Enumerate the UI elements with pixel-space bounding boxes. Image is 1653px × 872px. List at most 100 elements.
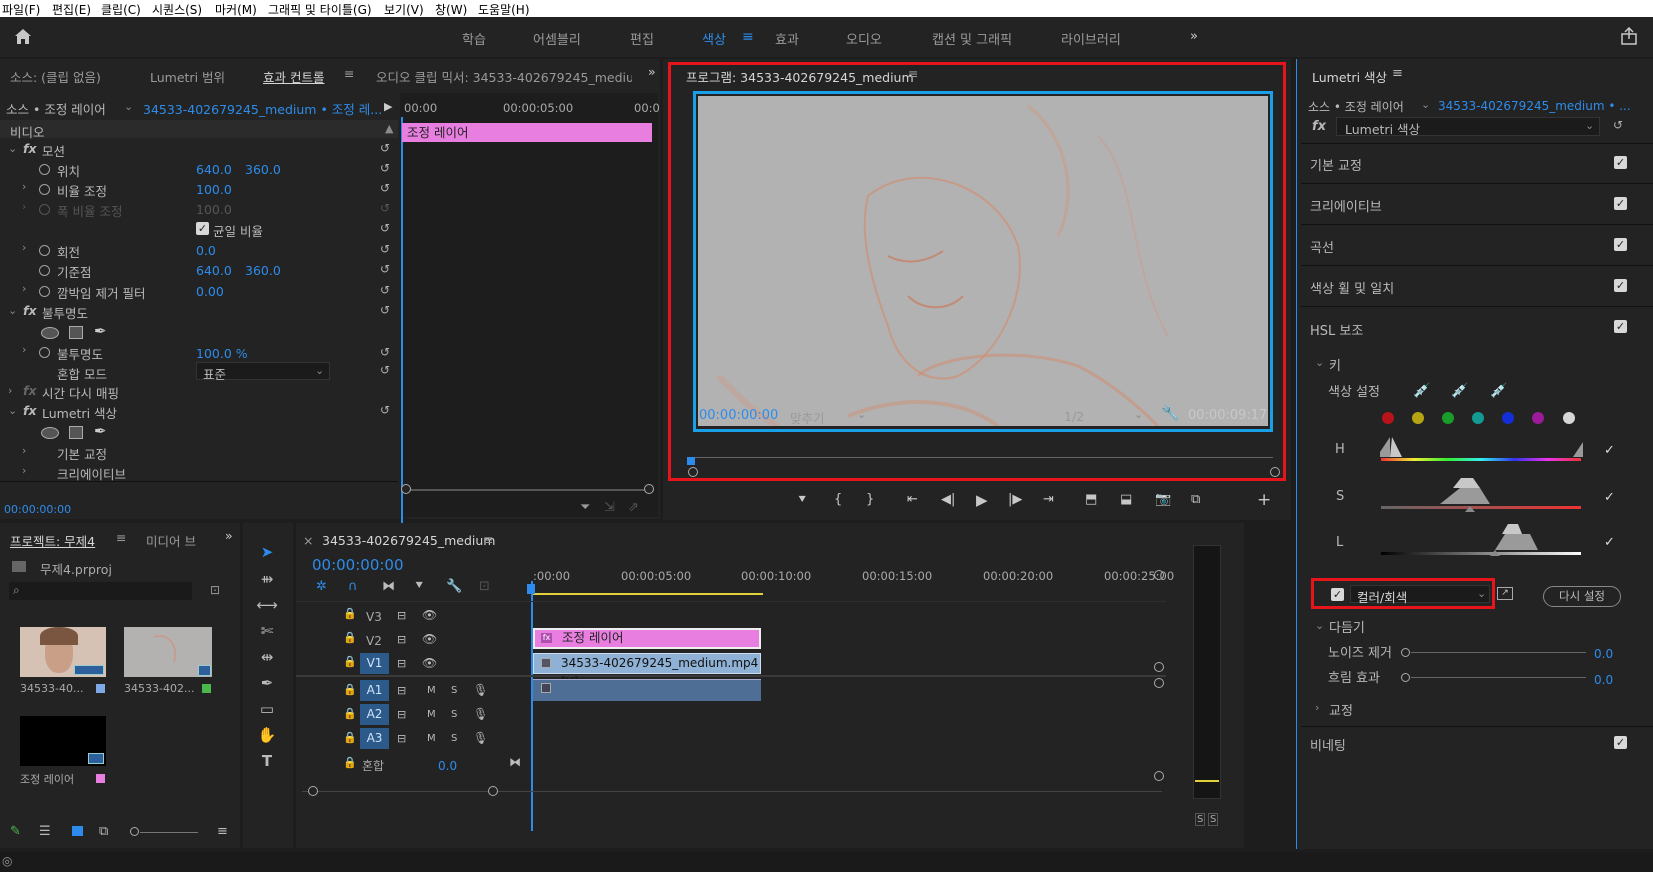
anchor-x-value[interactable]: 640.0 xyxy=(196,263,232,278)
track-v2[interactable]: V2 xyxy=(366,634,382,648)
hsl-checkbox[interactable]: ✓ xyxy=(1614,320,1627,333)
play-arrow-icon[interactable]: ▶ xyxy=(384,100,392,113)
swatch-red[interactable] xyxy=(1382,412,1394,424)
hue-enable-check[interactable]: ✓ xyxy=(1604,443,1615,458)
chevron-down-icon[interactable]: ⌄ xyxy=(8,304,17,317)
collapse-up-icon[interactable]: ▲ xyxy=(385,122,393,135)
panel-menu-icon[interactable]: ≡ xyxy=(344,66,354,81)
chevron-right-icon[interactable]: › xyxy=(22,444,26,457)
ellipse-mask-icon[interactable] xyxy=(41,427,59,439)
panel-menu-icon[interactable]: ≡ xyxy=(483,532,493,547)
denoise-slider-handle[interactable] xyxy=(1401,648,1410,657)
chevron-down-icon[interactable]: ⌄ xyxy=(124,100,133,113)
swatch-magenta[interactable] xyxy=(1532,412,1544,424)
solo-button[interactable]: S xyxy=(451,709,457,720)
tab-effect-controls[interactable]: 효과 컨트롤 xyxy=(263,67,324,86)
blur-value[interactable]: 0.0 xyxy=(1594,673,1613,687)
program-title[interactable]: 프로그램: 34533-402679245_medium xyxy=(686,67,914,86)
vignette-checkbox[interactable]: ✓ xyxy=(1614,736,1627,749)
menu-view[interactable]: 보기(V) xyxy=(384,1,424,18)
work-area-bar[interactable] xyxy=(531,593,763,595)
eyedropper-add-icon[interactable]: 💉 xyxy=(1451,383,1468,399)
chevron-double-right-icon[interactable]: » xyxy=(1190,29,1198,44)
mix-value[interactable]: 0.0 xyxy=(438,759,457,773)
lock-icon[interactable]: 🔒 xyxy=(343,655,357,668)
playhead-handle[interactable] xyxy=(527,584,535,594)
lock-icon[interactable]: 🔒 xyxy=(343,683,357,696)
creative-checkbox[interactable]: ✓ xyxy=(1614,197,1627,210)
menu-file[interactable]: 파일(F) xyxy=(2,1,40,18)
reset-icon[interactable]: ↺ xyxy=(1613,119,1625,131)
reset-icon[interactable]: ↺ xyxy=(380,263,392,275)
luminance-range-handles[interactable] xyxy=(1490,522,1560,556)
color-gray-select[interactable]: 컬러/회색 ⌄ xyxy=(1350,585,1490,605)
tab-project[interactable]: 프로젝트: 무제4 xyxy=(10,531,95,550)
eye-icon[interactable]: 👁 xyxy=(422,656,437,670)
section-hsl-secondary[interactable]: HSL 보조 xyxy=(1310,320,1363,339)
scrub-bar[interactable] xyxy=(693,457,1273,458)
scroll-handle[interactable] xyxy=(308,786,318,796)
chevron-down-icon[interactable]: ⌄ xyxy=(857,408,866,421)
workspace-tab-assembly[interactable]: 어셈블리 xyxy=(533,29,581,48)
rectangle-mask-icon[interactable] xyxy=(69,426,83,439)
workspace-tab-learn[interactable]: 학습 xyxy=(462,29,486,48)
scroll-handle[interactable] xyxy=(1154,662,1164,672)
add-button-icon[interactable]: + xyxy=(1257,490,1271,510)
panel-menu-icon[interactable]: ≡ xyxy=(1392,66,1403,81)
home-icon[interactable] xyxy=(13,27,33,45)
scroll-handle[interactable] xyxy=(1154,678,1164,688)
step-back-icon[interactable]: ◀| xyxy=(941,492,955,507)
workspace-tab-captions[interactable]: 캡션 및 그래픽 xyxy=(932,29,1012,48)
swatch-green[interactable] xyxy=(1442,412,1454,424)
reset-icon[interactable]: ↺ xyxy=(380,142,392,154)
sync-lock-icon[interactable]: ⊟ xyxy=(397,684,406,697)
fit-select[interactable]: 맞추기 xyxy=(790,408,825,427)
ripple-edit-tool-icon[interactable]: ⟷ xyxy=(255,594,279,616)
new-bin-icon[interactable]: ⊡ xyxy=(210,583,220,597)
snap-icon[interactable]: ∩ xyxy=(348,579,358,594)
mute-button[interactable]: M xyxy=(427,733,436,744)
eye-icon[interactable]: 👁 xyxy=(422,632,437,646)
lumetri-effect-select[interactable]: Lumetri 색상 ⌄ xyxy=(1336,117,1600,137)
uniform-scale-checkbox[interactable]: ✓ xyxy=(196,222,209,235)
eyedropper-icon[interactable]: 💉 xyxy=(1413,383,1430,399)
track-select-tool-icon[interactable]: ⇻ xyxy=(255,568,279,590)
effect-controls-timecode[interactable]: 00:00:00:00 xyxy=(4,503,71,516)
playhead[interactable] xyxy=(401,117,403,537)
chevron-right-icon[interactable]: › xyxy=(22,282,26,295)
basic-correction-checkbox[interactable]: ✓ xyxy=(1614,156,1627,169)
track-a2[interactable]: A2 xyxy=(360,704,389,725)
swatch-cyan[interactable] xyxy=(1472,412,1484,424)
solo-button[interactable]: S xyxy=(451,733,457,744)
mark-in-icon[interactable]: { xyxy=(834,492,842,507)
workspace-tab-edit[interactable]: 편집 xyxy=(630,29,654,48)
antiflicker-value[interactable]: 0.00 xyxy=(196,284,224,299)
sync-lock-icon[interactable]: ⊟ xyxy=(397,609,406,622)
menu-sequence[interactable]: 시퀀스(S) xyxy=(152,1,202,18)
reset-icon[interactable]: ↺ xyxy=(380,304,392,316)
pen-mask-icon[interactable]: ✒ xyxy=(94,422,107,440)
tab-source[interactable]: 소스: (클립 없음) xyxy=(10,67,101,86)
meter-solo-left[interactable]: S xyxy=(1195,813,1206,826)
stopwatch-icon[interactable] xyxy=(39,286,50,297)
blur-slider[interactable] xyxy=(1411,677,1586,678)
opacity-value[interactable]: 100.0 % xyxy=(196,346,248,361)
zoom-scrollbar[interactable] xyxy=(402,489,650,491)
chevron-down-icon[interactable]: ⌄ xyxy=(1421,98,1430,111)
add-marker-icon[interactable]: ⯆ xyxy=(414,579,424,594)
close-icon[interactable]: × xyxy=(303,533,313,548)
solo-button[interactable]: S xyxy=(451,685,457,696)
blend-mode-select[interactable]: 표준 ⌄ xyxy=(196,362,330,382)
panel-menu-icon[interactable]: ≡ xyxy=(908,66,918,81)
tab-lumetri-scopes[interactable]: Lumetri 범위 xyxy=(150,67,225,86)
lock-icon[interactable]: 🔒 xyxy=(343,756,357,769)
playhead[interactable] xyxy=(687,457,695,465)
chevron-right-icon[interactable]: › xyxy=(22,343,26,356)
compare-icon[interactable]: ⧉ xyxy=(1191,492,1200,507)
reset-icon[interactable]: ↺ xyxy=(380,404,392,416)
invert-mask-icon[interactable]: ↗ xyxy=(1497,587,1513,600)
eyedropper-subtract-icon[interactable]: 💉 xyxy=(1490,383,1507,399)
track-a1[interactable]: A1 xyxy=(360,680,389,701)
stopwatch-icon[interactable] xyxy=(39,265,50,276)
rectangle-tool-icon[interactable]: ▭ xyxy=(255,698,279,720)
